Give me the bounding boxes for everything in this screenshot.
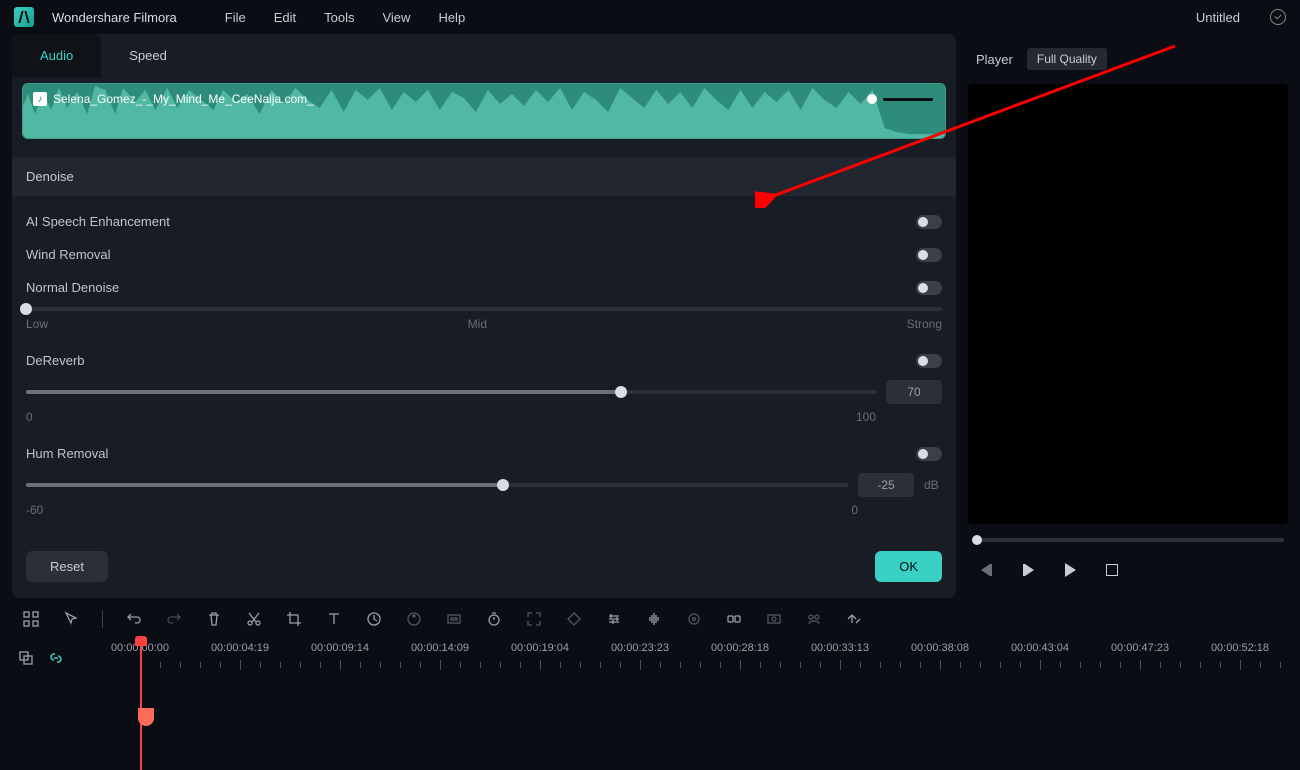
timeline-tracks[interactable] — [0, 676, 1300, 746]
speed-icon[interactable] — [365, 610, 383, 628]
toggle-ai-speech[interactable] — [916, 215, 942, 229]
dereverb-min-label: 0 — [26, 410, 33, 424]
denoise-max-label: Strong — [907, 317, 942, 331]
timeline-add-icon[interactable] — [18, 650, 34, 666]
hum-min-label: -60 — [26, 503, 43, 517]
ruler-label: 00:00:28:18 — [711, 642, 769, 654]
step-forward-button[interactable] — [1018, 560, 1038, 580]
expand-icon[interactable] — [525, 610, 543, 628]
label-ai-speech: AI Speech Enhancement — [26, 214, 916, 229]
marker-icon[interactable] — [845, 610, 863, 628]
ok-button[interactable]: OK — [875, 551, 942, 582]
timer-icon[interactable] — [485, 610, 503, 628]
transport-controls — [968, 542, 1288, 598]
track-icon[interactable] — [685, 610, 703, 628]
delete-icon[interactable] — [205, 610, 223, 628]
slider-normal-denoise[interactable] — [26, 307, 942, 311]
cut-icon[interactable] — [245, 610, 263, 628]
menu-view[interactable]: View — [382, 10, 410, 25]
cursor-icon[interactable] — [62, 610, 80, 628]
crop-icon[interactable] — [285, 610, 303, 628]
hum-unit: dB — [924, 478, 942, 492]
stop-button[interactable] — [1102, 560, 1122, 580]
ruler-label: 00:00:14:09 — [411, 642, 469, 654]
toggle-wind-removal[interactable] — [916, 248, 942, 262]
link-icon[interactable] — [725, 610, 743, 628]
timeline-toolbar — [0, 598, 1300, 640]
toggle-hum-removal[interactable] — [916, 447, 942, 461]
ruler-label: 00:00:09:14 — [311, 642, 369, 654]
label-hum-removal: Hum Removal — [26, 446, 916, 461]
audio-clip-preview[interactable]: ♪ Selena_Gomez_-_My_Mind_Me_CeeNaija.com… — [22, 83, 946, 139]
player-tab-player[interactable]: Player — [976, 52, 1013, 67]
label-dereverb: DeReverb — [26, 353, 916, 368]
label-wind-removal: Wind Removal — [26, 247, 916, 262]
layout-icon[interactable] — [22, 610, 40, 628]
music-icon: ♪ — [33, 92, 47, 106]
text-icon[interactable] — [325, 610, 343, 628]
audio-tool-icon[interactable] — [645, 610, 663, 628]
player-panel: Player Full Quality — [968, 34, 1288, 598]
player-scrubber[interactable] — [972, 538, 1284, 542]
timeline: 00:00:00:0000:00:04:1900:00:09:1400:00:1… — [0, 640, 1300, 746]
undo-icon[interactable] — [125, 610, 143, 628]
menu-edit[interactable]: Edit — [274, 10, 296, 25]
tab-speed[interactable]: Speed — [101, 34, 195, 77]
mask-icon[interactable] — [445, 610, 463, 628]
player-tab-quality[interactable]: Full Quality — [1027, 48, 1107, 70]
document-title: Untitled — [1196, 10, 1240, 25]
group-icon[interactable] — [805, 610, 823, 628]
tab-audio[interactable]: Audio — [12, 34, 101, 77]
app-logo-icon — [14, 7, 34, 27]
clip-zoom-slider[interactable] — [867, 94, 933, 104]
slider-hum-removal[interactable] — [26, 483, 848, 487]
ruler-label: 00:00:04:19 — [211, 642, 269, 654]
toggle-dereverb[interactable] — [916, 354, 942, 368]
slider-dereverb[interactable] — [26, 390, 876, 394]
main-menu: File Edit Tools View Help — [225, 10, 465, 25]
timeline-ruler[interactable]: 00:00:00:0000:00:04:1900:00:09:1400:00:1… — [96, 640, 1300, 676]
adjust-icon[interactable] — [605, 610, 623, 628]
step-back-button[interactable] — [976, 560, 996, 580]
title-bar: Wondershare Filmora File Edit Tools View… — [0, 0, 1300, 34]
track-marker[interactable] — [138, 708, 154, 726]
ruler-label: 00:00:38:08 — [911, 642, 969, 654]
ruler-label: 00:00:52:18 — [1211, 642, 1269, 654]
menu-help[interactable]: Help — [438, 10, 465, 25]
inspector-tabs: Audio Speed — [12, 34, 956, 77]
label-normal-denoise: Normal Denoise — [26, 280, 916, 295]
dereverb-value[interactable]: 70 — [886, 380, 942, 404]
play-button[interactable] — [1060, 560, 1080, 580]
ruler-label: 00:00:47:23 — [1111, 642, 1169, 654]
reset-button[interactable]: Reset — [26, 551, 108, 582]
section-denoise[interactable]: Denoise — [12, 157, 956, 196]
ruler-label: 00:00:33:13 — [811, 642, 869, 654]
ruler-label: 00:00:19:04 — [511, 642, 569, 654]
inspector-panel: Audio Speed ♪ Selena_Gomez_-_My_Mind_Me_… — [12, 34, 956, 598]
hum-max-label: 0 — [851, 503, 858, 517]
denoise-mid-label: Mid — [468, 317, 487, 331]
render-icon[interactable] — [765, 610, 783, 628]
clip-label: ♪ Selena_Gomez_-_My_Mind_Me_CeeNaija.com… — [33, 92, 314, 106]
color-icon[interactable] — [405, 610, 423, 628]
redo-icon[interactable] — [165, 610, 183, 628]
toggle-normal-denoise[interactable] — [916, 281, 942, 295]
ruler-label: 00:00:23:23 — [611, 642, 669, 654]
save-status-icon[interactable] — [1270, 9, 1286, 25]
clip-filename: Selena_Gomez_-_My_Mind_Me_CeeNaija.com_ — [53, 92, 314, 106]
menu-file[interactable]: File — [225, 10, 246, 25]
menu-tools[interactable]: Tools — [324, 10, 354, 25]
keyframe-icon[interactable] — [565, 610, 583, 628]
dereverb-max-label: 100 — [856, 410, 876, 424]
app-title: Wondershare Filmora — [52, 10, 177, 25]
ruler-label: 00:00:43:04 — [1011, 642, 1069, 654]
video-preview[interactable] — [968, 84, 1288, 524]
denoise-min-label: Low — [26, 317, 48, 331]
hum-value[interactable]: -25 — [858, 473, 914, 497]
timeline-link-icon[interactable] — [48, 650, 64, 666]
